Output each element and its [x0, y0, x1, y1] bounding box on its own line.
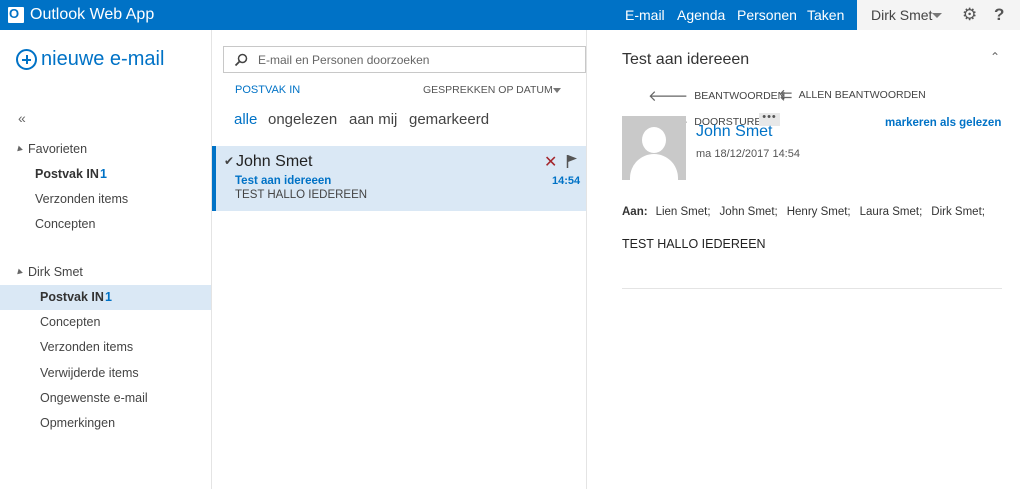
- gear-icon[interactable]: ⚙: [962, 0, 977, 30]
- sender-avatar: [622, 116, 686, 180]
- column-divider: [211, 30, 212, 489]
- folder-verzonden[interactable]: Verzonden items: [0, 335, 211, 360]
- filter-gemarkeerd[interactable]: gemarkeerd: [409, 111, 489, 128]
- outlook-logo-icon: [8, 6, 24, 23]
- chevron-down-icon[interactable]: [553, 88, 561, 93]
- unread-count: 1: [100, 167, 107, 181]
- folder-label: Opmerkingen: [40, 416, 116, 430]
- expand-triangle-icon: [15, 145, 23, 153]
- delete-icon[interactable]: ✕: [544, 152, 557, 172]
- filter-ongelezen[interactable]: ongelezen: [268, 111, 337, 128]
- recipient[interactable]: Laura Smet;: [860, 206, 923, 218]
- person-body-shape: [630, 154, 678, 180]
- unread-count: 1: [105, 290, 112, 304]
- folder-opmerkingen[interactable]: Opmerkingen: [0, 411, 211, 436]
- app-title: Outlook Web App: [30, 6, 155, 23]
- recipients-row: Aan: Lien Smet; John Smet; Henry Smet; L…: [622, 206, 994, 218]
- message-list-item[interactable]: ✔ John Smet Test aan idereeen TEST HALLO…: [212, 146, 586, 211]
- account-group[interactable]: Dirk Smet: [15, 265, 83, 279]
- recipient[interactable]: Henry Smet;: [787, 206, 851, 218]
- fav-item-concepten[interactable]: Concepten: [0, 212, 211, 237]
- fav-item-verzonden[interactable]: Verzonden items: [0, 187, 211, 212]
- top-bar: Outlook Web App E-mail Agenda Personen T…: [0, 0, 1020, 30]
- recipient[interactable]: Lien Smet;: [656, 206, 711, 218]
- search-placeholder: E-mail en Personen doorzoeken: [258, 53, 430, 67]
- recipient[interactable]: Dirk Smet;: [931, 206, 985, 218]
- filter-aan-mij[interactable]: aan mij: [349, 111, 397, 128]
- collapse-pane-icon[interactable]: «: [18, 110, 26, 126]
- mark-as-read-link[interactable]: markeren als gelezen: [885, 117, 1001, 129]
- favorites-group[interactable]: Favorieten: [15, 142, 88, 156]
- folder-verwijderd[interactable]: Verwijderde items: [0, 361, 211, 386]
- person-head-shape: [642, 127, 666, 153]
- list-folder-label: POSTVAK IN: [235, 84, 301, 96]
- sort-dropdown[interactable]: GESPREKKEN OP DATUM: [423, 84, 553, 96]
- message-preview: TEST HALLO IEDEREEN: [235, 189, 368, 201]
- checkmark-icon[interactable]: ✔: [224, 154, 234, 168]
- recipient[interactable]: John Smet;: [720, 206, 778, 218]
- folder-ongewenst[interactable]: Ongewenste e-mail: [0, 386, 211, 411]
- folder-concepten[interactable]: Concepten: [0, 310, 211, 335]
- nav-email[interactable]: E-mail: [625, 0, 665, 30]
- flag-icon[interactable]: [566, 154, 578, 168]
- folder-postvak-in[interactable]: Postvak IN 1: [0, 285, 211, 310]
- nav-agenda[interactable]: Agenda: [677, 0, 725, 30]
- new-mail-button[interactable]: nieuwe e-mail: [16, 48, 164, 71]
- app-brand[interactable]: Outlook Web App: [8, 0, 154, 30]
- folder-label: Ongewenste e-mail: [40, 391, 148, 405]
- chevron-down-icon: [932, 13, 942, 18]
- chevron-up-icon[interactable]: ⌃: [990, 50, 1000, 64]
- folder-label: Postvak IN: [40, 290, 104, 304]
- reading-subject: Test aan idereeen: [622, 51, 750, 68]
- reply-button[interactable]: 🡐 BEANTWOORDEN: [648, 86, 785, 105]
- divider: [622, 288, 1002, 289]
- user-name: Dirk Smet: [871, 7, 933, 23]
- message-sender: John Smet: [236, 153, 313, 170]
- filter-alle[interactable]: alle: [234, 111, 257, 128]
- message-body: TEST HALLO IEDEREEN: [622, 237, 766, 251]
- sender-name-link[interactable]: John Smet: [696, 123, 772, 141]
- help-icon[interactable]: ?: [994, 0, 1004, 30]
- message-subject: Test aan idereeen: [235, 175, 332, 187]
- user-menu[interactable]: Dirk Smet: [857, 0, 956, 30]
- folder-label: Concepten: [35, 217, 96, 231]
- nav-personen[interactable]: Personen: [737, 0, 797, 30]
- search-icon: [234, 53, 248, 67]
- reply-label: BEANTWOORDEN: [694, 89, 786, 102]
- favorites-head: Favorieten: [28, 142, 88, 156]
- reply-all-arrow-icon: ⇇: [780, 87, 793, 104]
- plus-circle-icon: [16, 49, 37, 70]
- expand-triangle-icon: [15, 268, 23, 276]
- folder-label: Verzonden items: [40, 340, 134, 354]
- reply-all-label: ALLEN BEANTWOORDEN: [798, 89, 926, 101]
- new-mail-label: nieuwe e-mail: [41, 48, 165, 70]
- sent-date: ma 18/12/2017 14:54: [696, 148, 800, 160]
- fav-item-postvak-in[interactable]: Postvak IN 1: [0, 162, 211, 187]
- folder-label: Postvak IN: [35, 167, 99, 181]
- to-label: Aan:: [622, 206, 648, 218]
- folder-label: Concepten: [40, 315, 101, 329]
- account-head: Dirk Smet: [28, 265, 83, 279]
- reply-all-button[interactable]: ⇇ ALLEN BEANTWOORDEN: [780, 86, 926, 104]
- folder-label: Verwijderde items: [40, 366, 139, 380]
- message-time: 14:54: [552, 175, 581, 187]
- search-input[interactable]: E-mail en Personen doorzoeken: [223, 46, 586, 73]
- reply-arrow-icon: 🡐: [648, 88, 689, 105]
- nav-taken[interactable]: Taken: [807, 0, 844, 30]
- folder-label: Verzonden items: [35, 192, 129, 206]
- column-divider: [586, 30, 587, 489]
